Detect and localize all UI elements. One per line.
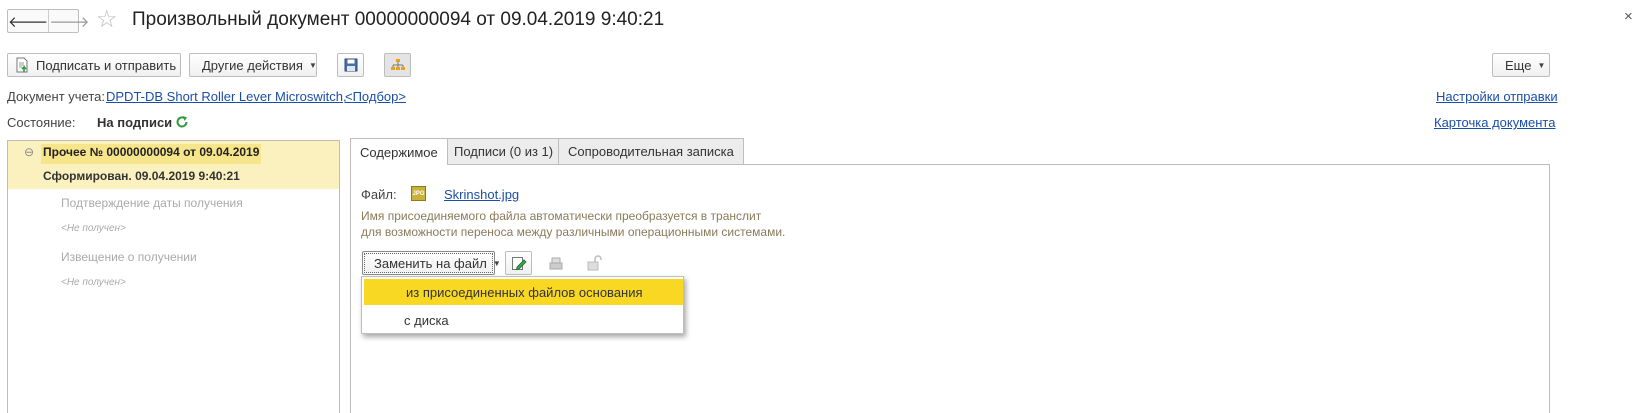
scan-button[interactable] — [542, 251, 569, 275]
menu-item-label: с диска — [404, 312, 449, 328]
jpg-file-icon-text: JPG — [412, 190, 425, 197]
jpg-file-icon: JPG — [411, 186, 426, 201]
tree-formed-status: Сформирован. 09.04.2019 9:40:21 — [43, 169, 240, 183]
account-doc-label: Документ учета: — [7, 89, 106, 104]
replace-file-label: Заменить на файл — [374, 255, 487, 271]
close-icon[interactable]: × — [1624, 8, 1633, 25]
other-actions-button[interactable]: Другие действия ▼ — [189, 53, 317, 77]
window-title: Произвольный документ 00000000094 от 09.… — [132, 9, 665, 30]
refresh-icon[interactable] — [175, 115, 189, 129]
edit-file-button[interactable] — [505, 251, 532, 275]
sign-document-icon — [16, 57, 28, 73]
hierarchy-icon — [390, 59, 405, 70]
chevron-down-icon: ▼ — [308, 60, 317, 70]
replace-file-menu: из присоединенных файлов основания с дис… — [361, 276, 684, 334]
replace-file-button[interactable]: Заменить на файл ▼ — [362, 251, 501, 275]
tab-cover-note[interactable]: Сопроводительная записка — [558, 138, 744, 164]
scanner-icon — [549, 257, 562, 270]
collapse-icon[interactable]: ⊖ — [24, 145, 34, 159]
arrow-left-icon: 🡐 — [8, 13, 49, 31]
tab-content[interactable]: Содержимое — [350, 138, 448, 165]
tree-item-receipt-notice[interactable]: Извещение о получении — [61, 250, 197, 264]
document-card-link[interactable]: Карточка документа — [1434, 115, 1555, 130]
menu-item-from-disk[interactable]: с диска — [362, 307, 683, 333]
tree-item-status: <Не получен> — [61, 223, 126, 234]
hint-line-2: для возможности переноса между различным… — [361, 225, 786, 239]
arrow-right-icon: 🡒 — [49, 13, 90, 31]
structure-button[interactable] — [384, 53, 411, 77]
tab-signatures[interactable]: Подписи (0 из 1) — [444, 138, 564, 164]
tree-root-item[interactable]: Прочее № 00000000094 от 09.04.2019 — [41, 144, 262, 164]
favorite-star-icon[interactable]: ☆ — [96, 8, 118, 32]
select-link[interactable]: <Подбор> — [345, 89, 406, 104]
forward-button[interactable]: 🡒 — [48, 10, 89, 32]
history-nav: 🡐 🡒 — [7, 9, 89, 33]
more-button[interactable]: Еще ▼ — [1492, 53, 1550, 77]
state-label: Состояние: — [7, 115, 76, 130]
sign-and-send-label: Подписать и отправить — [36, 57, 177, 73]
send-settings-link[interactable]: Настройки отправки — [1436, 89, 1558, 104]
tree-item-status: <Не получен> — [61, 277, 126, 288]
sign-and-send-button[interactable]: Подписать и отправить — [7, 53, 181, 77]
edit-icon — [511, 257, 527, 271]
file-name-link[interactable]: Skrinshot.jpg — [444, 187, 519, 202]
save-button[interactable] — [337, 53, 364, 77]
unlock-icon — [587, 255, 602, 271]
tree-item-date-confirmation[interactable]: Подтверждение даты получения — [61, 196, 243, 210]
unlock-button[interactable] — [580, 251, 607, 275]
save-icon — [344, 58, 357, 72]
more-label: Еще — [1505, 57, 1532, 73]
chevron-down-icon: ▼ — [492, 258, 501, 268]
hint-line-1: Имя присоединяемого файла автоматически … — [361, 209, 762, 223]
state-value: На подписи — [97, 115, 173, 130]
menu-item-label: из присоединенных файлов основания — [406, 284, 643, 300]
menu-item-from-base-files[interactable]: из присоединенных файлов основания — [364, 279, 683, 305]
file-label: Файл: — [361, 187, 397, 202]
back-button[interactable]: 🡐 — [8, 10, 48, 32]
other-actions-label: Другие действия — [202, 57, 303, 73]
chevron-down-icon: ▼ — [1537, 60, 1546, 70]
account-doc-link[interactable]: DPDT-DB Short Roller Lever Microswitch, — [106, 89, 347, 104]
